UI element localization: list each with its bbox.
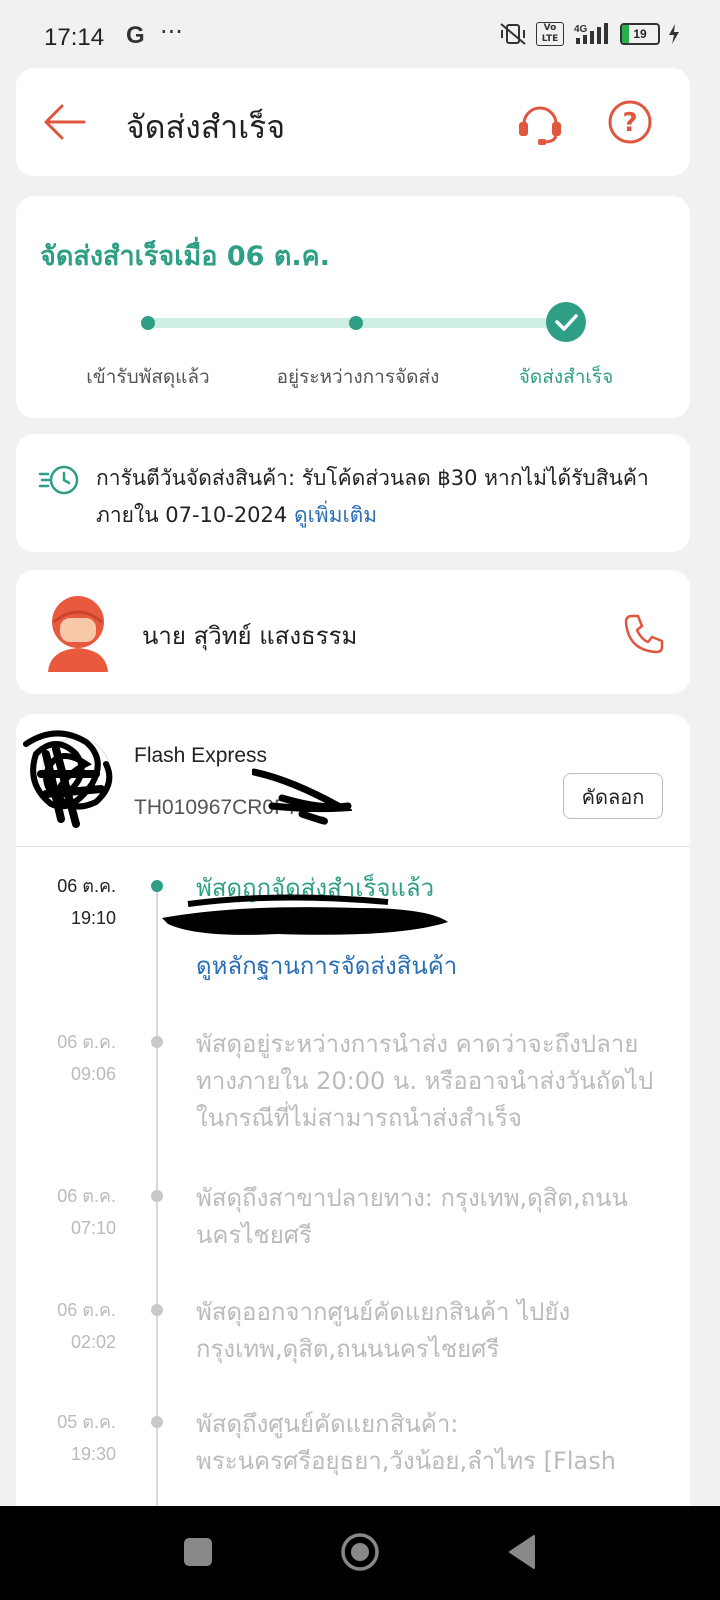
delivery-status-card: จัดส่งสำเร็จเมื่อ 06 ต.ค. เข้ารับพัสดุแล… xyxy=(16,196,690,418)
headset-icon[interactable] xyxy=(516,100,564,146)
courier-name: นาย สุวิทย์ แสงธรรม xyxy=(142,622,358,650)
step-dot-picked-up xyxy=(141,316,155,330)
svg-text:?: ? xyxy=(622,108,637,138)
status-bar: 17:14 G ··· Vo LTE 4G 19 xyxy=(0,0,720,70)
fast-clock-icon xyxy=(38,465,79,495)
event-text: พัสดุถึงศูนย์คัดแยกสินค้า: พระนครศรีอยุธ… xyxy=(196,1410,616,1475)
redaction-mark xyxy=(162,894,448,935)
carrier-name: Flash Express xyxy=(134,744,268,767)
check-icon xyxy=(546,302,586,342)
delivery-status-headline: จัดส่งสำเร็จเมื่อ 06 ต.ค. xyxy=(40,241,330,272)
signal-icon: 4G xyxy=(574,23,608,44)
vibrate-off-icon xyxy=(500,23,526,45)
page-title: จัดส่งสำเร็จ xyxy=(126,108,286,146)
tracking-number-redaction xyxy=(252,768,352,825)
event-text: พัสดุอยู่ระหว่างการนำส่ง คาดว่าจะถึงปลาย… xyxy=(196,1030,654,1132)
event-dot xyxy=(151,1036,163,1048)
charging-icon xyxy=(669,24,679,44)
event-dot xyxy=(151,1190,163,1202)
guarantee-text: การันตีวันจัดส่งสินค้า: รับโค้ดส่วนลด ฿3… xyxy=(96,460,666,534)
see-more-link[interactable]: ดูเพิ่มเติม xyxy=(294,503,377,527)
header-bar: จัดส่งสำเร็จ ? xyxy=(16,68,690,176)
recent-apps-icon[interactable] xyxy=(184,1538,212,1566)
event-date: 06 ต.ค. 19:10 xyxy=(57,876,116,928)
carrier-logo xyxy=(23,730,113,828)
step-label-picked-up: เข้ารับพัสดุแล้ว xyxy=(86,366,210,388)
tracking-card: Flash Express TH010967CR0F7 คัดลอก 06 ต.… xyxy=(16,714,690,1514)
step-label-delivered: จัดส่งสำเร็จ xyxy=(518,366,614,388)
google-icon: G xyxy=(126,22,145,49)
system-nav-bar xyxy=(0,1506,720,1600)
event-dot xyxy=(151,1416,163,1428)
delivery-guarantee-card[interactable]: การันตีวันจัดส่งสินค้า: รับโค้ดส่วนลด ฿3… xyxy=(16,434,690,552)
volte-icon: Vo LTE xyxy=(536,22,564,46)
help-icon[interactable]: ? xyxy=(606,98,654,146)
battery-icon: 19 xyxy=(620,23,660,45)
home-icon[interactable] xyxy=(340,1532,380,1572)
event-dot xyxy=(151,1304,163,1316)
clock: 17:14 xyxy=(44,24,105,51)
status-icons: Vo LTE 4G 19 xyxy=(498,22,680,46)
event-text: พัสดุถึงสาขาปลายทาง: กรุงเทพ,ดุสิต,ถนนนค… xyxy=(196,1184,628,1249)
more-notifications-icon: ··· xyxy=(160,18,183,46)
back-arrow-icon[interactable] xyxy=(42,102,88,142)
svg-text:4G: 4G xyxy=(574,24,588,35)
event-date: 06 ต.ค. 09:06 xyxy=(57,1032,116,1084)
event-dot xyxy=(151,880,163,892)
event-date: 06 ต.ค. 02:02 xyxy=(57,1300,116,1352)
event-date: 05 ต.ค. 19:30 xyxy=(57,1412,116,1464)
phone-icon[interactable] xyxy=(622,612,666,656)
courier-card: นาย สุวิทย์ แสงธรรม xyxy=(16,570,690,694)
event-date: 06 ต.ค. 07:10 xyxy=(57,1186,116,1238)
divider xyxy=(16,846,690,847)
back-triangle-icon[interactable] xyxy=(508,1534,538,1570)
copy-button[interactable]: คัดลอก xyxy=(563,773,663,819)
step-label-in-transit: อยู่ระหว่างการจัดส่ง xyxy=(276,366,440,388)
step-dot-in-transit xyxy=(349,316,363,330)
courier-avatar xyxy=(48,596,108,672)
event-text: พัสดุออกจากศูนย์คัดแยกสินค้า ไปยัง กรุงเ… xyxy=(196,1298,571,1363)
